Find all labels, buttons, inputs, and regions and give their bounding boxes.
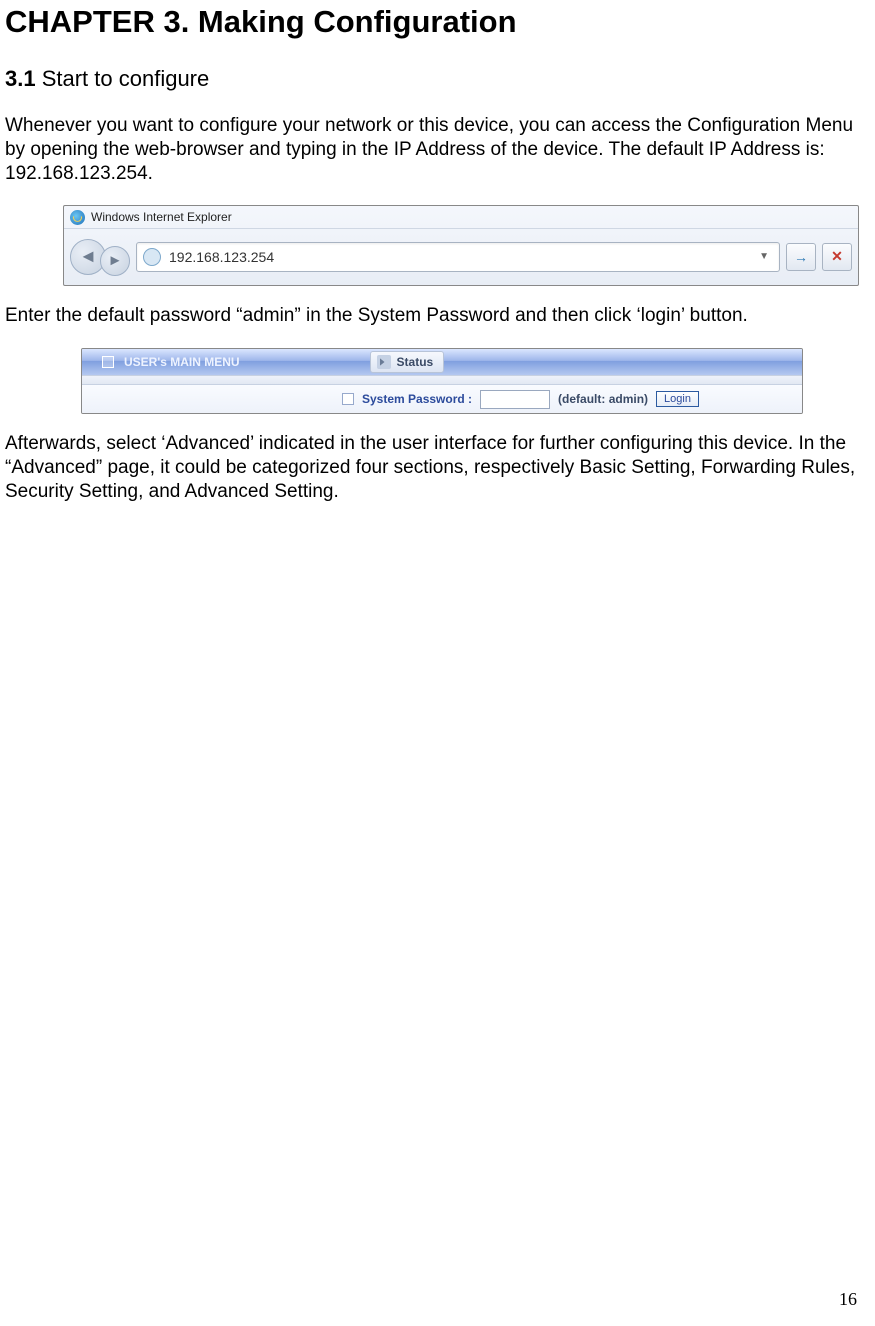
stop-x-icon: ✕ xyxy=(831,248,843,265)
login-divider xyxy=(82,375,802,385)
browser-titlebar: Windows Internet Explorer xyxy=(64,206,858,228)
paragraph-advanced: Afterwards, select ‘Advanced’ indicated … xyxy=(5,432,865,503)
paragraph-intro: Whenever you want to configure your netw… xyxy=(5,114,865,185)
paragraph-password: Enter the default password “admin” in th… xyxy=(5,304,865,328)
section-number: 3.1 xyxy=(5,66,36,91)
page-number: 16 xyxy=(839,1289,857,1310)
go-button[interactable]: → xyxy=(786,243,816,271)
stop-button[interactable]: ✕ xyxy=(822,243,852,271)
status-icon xyxy=(377,355,391,369)
page-icon xyxy=(143,248,161,266)
password-hint: (default: admin) xyxy=(558,392,648,406)
go-arrow-icon: → xyxy=(794,249,808,265)
forward-button[interactable]: ► xyxy=(100,246,130,276)
chapter-title: CHAPTER 3. Making Configuration xyxy=(5,4,865,40)
login-header-bar: USER's MAIN MENU Status xyxy=(82,349,802,375)
section-name: Start to configure xyxy=(36,66,210,91)
system-password-label: System Password : xyxy=(362,392,472,406)
url-input[interactable] xyxy=(167,248,749,266)
browser-window-title: Windows Internet Explorer xyxy=(91,210,232,224)
bullet-icon xyxy=(102,356,114,368)
login-button[interactable]: Login xyxy=(656,391,699,407)
browser-toolbar: ◄ ► ▼ → ✕ xyxy=(64,228,858,284)
section-title: 3.1 Start to configure xyxy=(5,66,865,92)
address-dropdown-icon[interactable]: ▼ xyxy=(755,251,773,262)
address-bar[interactable]: ▼ xyxy=(136,242,780,272)
system-password-input[interactable] xyxy=(480,390,550,409)
bullet-icon xyxy=(342,393,354,405)
status-tab[interactable]: Status xyxy=(370,351,445,373)
internet-explorer-icon xyxy=(70,210,85,225)
figure-browser-window: Windows Internet Explorer ◄ ► ▼ → ✕ xyxy=(63,205,859,286)
forward-arrow-icon: ► xyxy=(108,252,123,269)
menu-title: USER's MAIN MENU xyxy=(124,355,240,369)
back-arrow-icon: ◄ xyxy=(79,246,97,267)
login-form-row: System Password : (default: admin) Login xyxy=(82,385,802,413)
figure-login-panel: USER's MAIN MENU Status System Password … xyxy=(81,348,803,414)
status-label: Status xyxy=(397,355,434,369)
